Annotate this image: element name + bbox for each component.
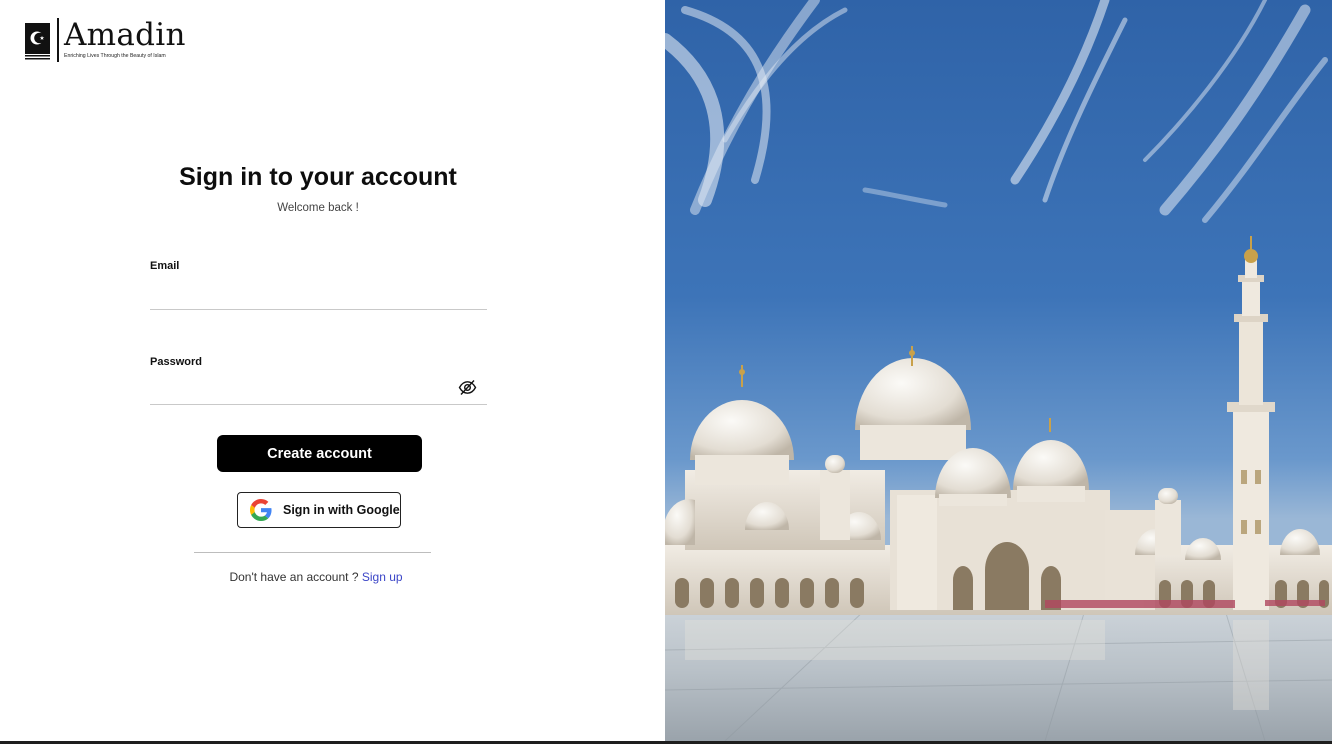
sign-in-with-google-button[interactable]: Sign in with Google	[237, 492, 401, 528]
quran-book-icon	[24, 22, 52, 62]
email-field[interactable]	[150, 280, 487, 310]
eye-slash-icon[interactable]	[458, 379, 477, 396]
google-g-icon	[250, 499, 272, 521]
page-subtitle: Welcome back !	[277, 202, 359, 214]
logo-divider	[57, 18, 59, 62]
password-field[interactable]	[150, 375, 487, 405]
brand-tagline: Enriching Lives Through the Beauty of Is…	[64, 53, 166, 59]
hero-mosque-photo	[665, 0, 1332, 741]
brand-name: Amadin	[64, 17, 186, 53]
brand-logo[interactable]: Amadin Enriching Lives Through the Beaut…	[24, 18, 186, 62]
mosque-illustration	[665, 0, 1332, 741]
email-label: Email	[150, 260, 180, 272]
signup-prompt: Don't have an account ? Sign up	[0, 570, 632, 584]
page-title: Sign in to your account	[179, 163, 457, 191]
create-account-button[interactable]: Create account	[217, 435, 422, 472]
sign-up-link[interactable]: Sign up	[362, 570, 403, 584]
password-label: Password	[150, 356, 202, 368]
signup-prompt-text: Don't have an account ?	[229, 570, 359, 584]
logo-text: Amadin Enriching Lives Through the Beaut…	[64, 18, 186, 59]
sign-in-panel: Amadin Enriching Lives Through the Beaut…	[0, 0, 665, 741]
google-button-label: Sign in with Google	[283, 503, 400, 517]
divider	[194, 552, 431, 553]
